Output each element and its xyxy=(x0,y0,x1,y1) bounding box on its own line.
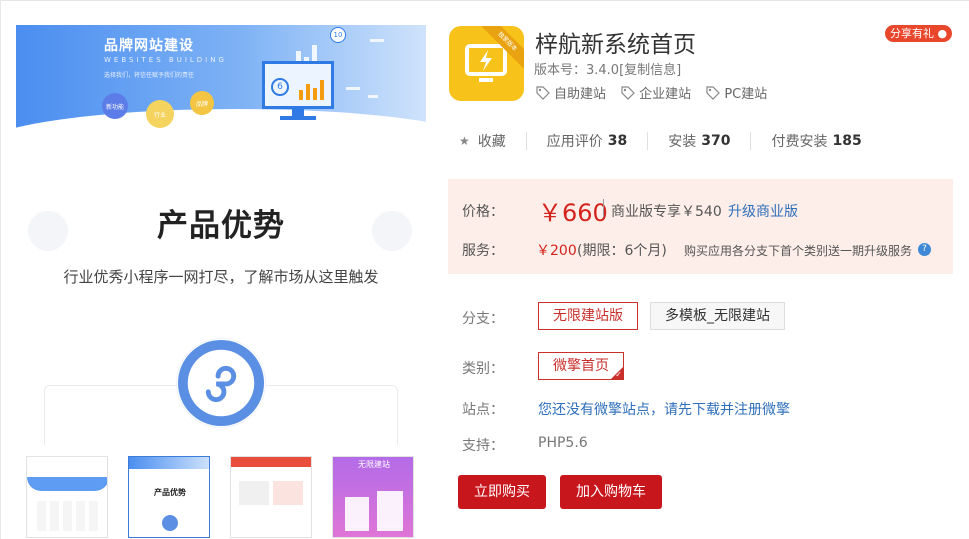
tag-icon xyxy=(621,85,636,100)
thumbnail-4-text: 无限建站 xyxy=(358,460,390,469)
rating-label: 应用评价 xyxy=(546,134,603,150)
tag-icon xyxy=(706,85,721,100)
banner-bubble: 品牌 xyxy=(190,91,214,115)
mini-program-icon xyxy=(176,338,266,428)
branch-option-selected[interactable]: 无限建站版 xyxy=(538,302,638,330)
thumbnail-strip: 产品优势 无限建站 xyxy=(26,456,426,538)
thumbnail-2[interactable]: 产品优势 xyxy=(128,456,210,538)
thumbnail-1[interactable] xyxy=(26,456,108,538)
screen-number: 6 xyxy=(271,78,289,96)
tag-item[interactable]: 企业建站 xyxy=(620,83,691,102)
support-value: PHP5.6 xyxy=(538,435,588,451)
install-label: 安装 xyxy=(668,134,697,150)
banner-title: 品牌网站建设 xyxy=(104,38,194,54)
price-value: ￥660 xyxy=(538,199,608,227)
gallery-banner: 品牌网站建设 WEBSITES BUILDING 选择我们，将信任赋予我们的责任… xyxy=(16,25,426,153)
business-price-note: 商业版专享￥540 xyxy=(611,204,722,220)
service-note: 购买应用各分支下首个类别送一期升级服务 xyxy=(684,244,913,258)
banner-bubble: 新功能 xyxy=(102,93,128,119)
price-panel: 价格： ￥660 商业版专享￥540 升级商业版 服务： ￥200 (期限：6个… xyxy=(448,179,953,274)
decor-dash xyxy=(370,39,384,42)
slide-title: 产品优势 xyxy=(157,208,285,244)
tag-label: 企业建站 xyxy=(639,87,692,102)
support-label: 支持： xyxy=(462,438,504,454)
gift-icon: ● xyxy=(937,27,948,40)
share-reward-button[interactable]: 分享有礼 ● xyxy=(885,25,953,42)
banner-tagline: 选择我们，将信任赋予我们的责任 xyxy=(104,72,195,79)
install-stat: 安装 370 xyxy=(647,132,750,150)
decor-dash xyxy=(368,95,378,98)
monitor-illustration: 6 xyxy=(262,61,334,109)
price-divider xyxy=(603,199,604,217)
share-label: 分享有礼 xyxy=(890,27,934,40)
category-option-label: 微擎首页 xyxy=(553,358,609,374)
banner-subtitle: WEBSITES BUILDING xyxy=(104,56,227,64)
tag-item[interactable]: PC建站 xyxy=(705,83,767,102)
service-label: 服务： xyxy=(462,243,504,259)
app-tags: 自助建站 企业建站 PC建站 xyxy=(535,83,777,105)
service-price: ￥200 xyxy=(536,243,577,259)
star-icon: ★ xyxy=(459,134,470,148)
tag-icon xyxy=(536,85,550,100)
left-border xyxy=(0,0,1,539)
register-site-link[interactable]: 您还没有微擎站点，请先下载并注册微擎 xyxy=(538,399,790,419)
buy-now-button[interactable]: 立即购买 xyxy=(458,475,546,509)
paid-install-stat: 付费安装 185 xyxy=(750,132,881,150)
category-label: 类别： xyxy=(462,361,504,377)
slide-subtitle: 行业优秀小程序一网打尽，了解市场从这里触发 xyxy=(63,268,379,286)
thumbnail-4[interactable]: 无限建站 xyxy=(332,456,414,538)
help-icon[interactable]: ? xyxy=(918,243,931,256)
app-stats: ★ 收藏 应用评价 38 安装 370 付费安装 185 xyxy=(459,132,882,150)
banner-badge: 10 xyxy=(330,27,346,43)
banner-wave xyxy=(16,109,426,153)
thumbnail-3[interactable] xyxy=(230,456,312,538)
install-count: 370 xyxy=(701,133,731,149)
version-info[interactable]: 版本号：3.4.0[复制信息] xyxy=(534,59,681,78)
tag-label: 自助建站 xyxy=(554,87,607,102)
decor-dash xyxy=(346,87,360,90)
thumbnail-2-text: 产品优势 xyxy=(154,488,186,497)
rating-count: 38 xyxy=(607,133,628,149)
branch-label: 分支： xyxy=(462,311,504,327)
upgrade-business-link[interactable]: 升级商业版 xyxy=(728,201,798,221)
app-icon: 独家版本 xyxy=(449,26,524,101)
service-period: (期限：6个月) xyxy=(577,243,667,259)
check-icon: ✓ xyxy=(615,370,622,379)
app-title: 梓航新系统首页 xyxy=(535,32,696,58)
paid-install-label: 付费安装 xyxy=(771,134,828,150)
favorite-button[interactable]: ★ 收藏 xyxy=(459,132,526,150)
paid-install-count: 185 xyxy=(832,133,862,149)
category-option-selected[interactable]: 微擎首页 ✓ xyxy=(538,352,624,380)
site-label: 站点： xyxy=(462,402,504,418)
favorite-label: 收藏 xyxy=(477,134,506,150)
rating-stat[interactable]: 应用评价 38 xyxy=(525,132,647,150)
tag-label: PC建站 xyxy=(724,87,768,102)
add-to-cart-button[interactable]: 加入购物车 xyxy=(560,475,662,509)
product-gallery: 品牌网站建设 WEBSITES BUILDING 选择我们，将信任赋予我们的责任… xyxy=(16,25,426,445)
banner-bubble: 行业 xyxy=(146,100,174,128)
branch-option[interactable]: 多模板_无限建站 xyxy=(650,302,785,330)
price-label: 价格： xyxy=(462,204,504,220)
tag-item[interactable]: 自助建站 xyxy=(535,83,606,102)
monitor-base xyxy=(280,116,316,120)
